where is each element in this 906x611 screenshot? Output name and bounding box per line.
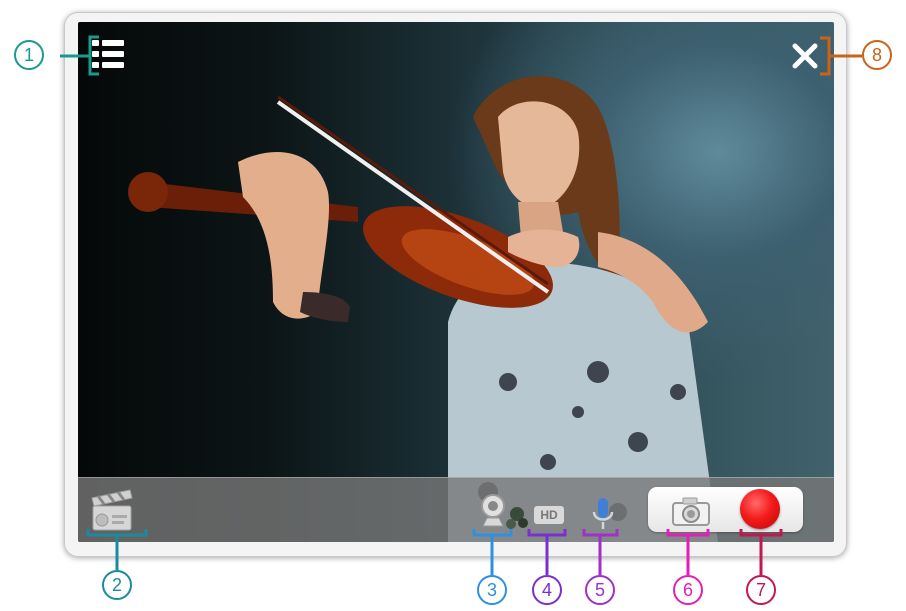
media-library-button[interactable] [86,486,138,534]
close-button[interactable] [788,40,822,72]
list-menu-button[interactable] [90,38,126,70]
clapperboard-icon [91,489,133,531]
callout-5: 5 [585,575,615,605]
callout-1: 1 [14,40,44,70]
hd-toggle-button[interactable]: HD [534,506,564,524]
webcam-source-button[interactable] [476,492,530,532]
record-button[interactable] [740,489,780,529]
video-viewport: HD [78,22,834,542]
callout-8: 8 [862,40,892,70]
callout-2: 2 [102,570,132,600]
close-icon [792,43,818,69]
camera-icon [672,497,710,526]
webcam-icon [481,494,528,529]
microphone-button[interactable] [588,494,618,534]
callout-4: 4 [532,575,562,605]
callout-3: 3 [477,575,507,605]
video-frame-image [128,76,718,542]
bottom-toolbar: HD [78,477,834,542]
callout-7: 7 [746,575,776,605]
list-icon [92,40,124,68]
microphone-icon [592,498,614,529]
snapshot-button[interactable] [668,492,714,530]
callout-6: 6 [673,575,703,605]
